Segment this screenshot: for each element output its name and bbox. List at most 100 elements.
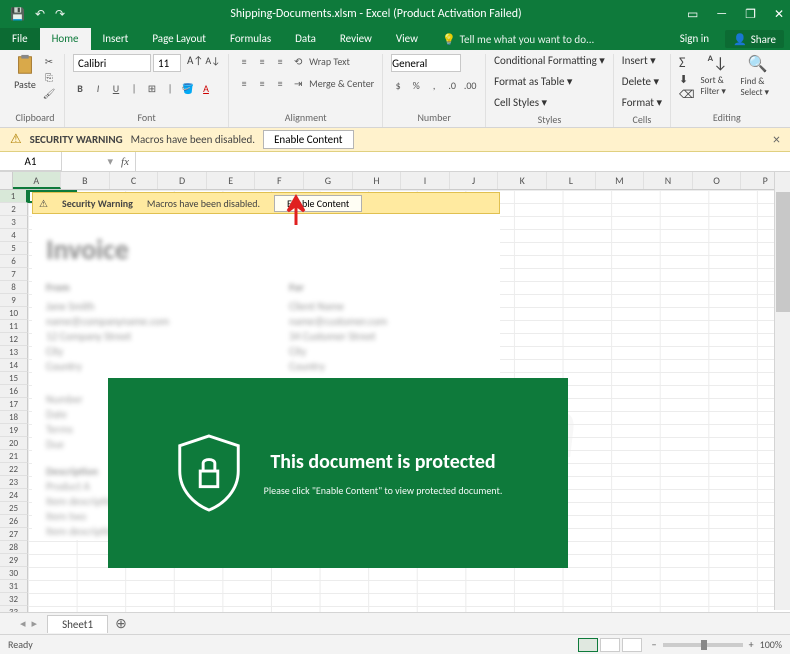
row-header[interactable]: 23 <box>0 476 28 489</box>
insert-cells-button[interactable]: Insert ▾ <box>622 54 656 67</box>
column-header[interactable]: M <box>596 172 645 189</box>
autosum-icon[interactable]: Σ <box>679 54 695 71</box>
align-bottom-icon[interactable]: ≡ <box>273 54 287 68</box>
cell-styles-button[interactable]: Cell Styles ▾ <box>494 96 547 109</box>
row-header[interactable]: 17 <box>0 398 28 411</box>
border-button[interactable]: ⊞ <box>145 81 159 95</box>
row-header[interactable]: 5 <box>0 242 28 255</box>
vertical-scrollbar[interactable] <box>774 172 790 610</box>
normal-view-button[interactable] <box>578 638 598 652</box>
new-sheet-button[interactable]: ⊕ <box>112 615 130 633</box>
delete-cells-button[interactable]: Delete ▾ <box>622 75 659 88</box>
page-layout-view-button[interactable] <box>600 638 620 652</box>
align-top-icon[interactable]: ≡ <box>237 54 251 68</box>
fx-icon[interactable]: fx <box>121 156 129 168</box>
column-header[interactable]: L <box>547 172 596 189</box>
tab-home[interactable]: Home <box>40 28 91 50</box>
column-header[interactable]: G <box>304 172 353 189</box>
undo-icon[interactable]: ↶ <box>35 7 45 22</box>
zoom-level[interactable]: 100% <box>760 638 782 651</box>
formula-input[interactable] <box>136 152 790 171</box>
format-painter-icon[interactable]: 🖌 <box>42 86 56 100</box>
row-header[interactable]: 4 <box>0 229 28 242</box>
conditional-formatting-button[interactable]: Conditional Formatting ▾ <box>494 54 605 67</box>
column-header[interactable]: O <box>693 172 742 189</box>
column-header[interactable]: N <box>644 172 693 189</box>
increase-decimal-icon[interactable]: .0 <box>445 78 459 92</box>
row-header[interactable]: 12 <box>0 333 28 346</box>
paste-button[interactable]: Paste <box>14 54 36 91</box>
name-box[interactable] <box>0 152 62 171</box>
tab-view[interactable]: View <box>384 28 430 50</box>
wrap-text-button[interactable]: Wrap Text <box>309 54 350 68</box>
decrease-font-icon[interactable]: A↓ <box>205 54 220 72</box>
row-header[interactable]: 16 <box>0 385 28 398</box>
row-header[interactable]: 10 <box>0 307 28 320</box>
select-all-corner[interactable] <box>0 172 13 189</box>
fill-icon[interactable]: ⬇ <box>679 73 695 86</box>
dismiss-warning-icon[interactable]: × <box>773 131 780 148</box>
tell-me[interactable]: 💡 Tell me what you want to do... <box>430 28 606 50</box>
comma-icon[interactable]: , <box>427 78 441 92</box>
font-size-input[interactable] <box>153 54 181 72</box>
row-header[interactable]: 7 <box>0 268 28 281</box>
row-header[interactable]: 32 <box>0 593 28 606</box>
sheet-tab-sheet1[interactable]: Sheet1 <box>47 615 108 633</box>
orientation-icon[interactable]: ⟲ <box>291 54 305 68</box>
row-header[interactable]: 6 <box>0 255 28 268</box>
worksheet-grid[interactable]: pcrisk.com ABCDEFGHIJKLMNOP 123456789101… <box>0 172 790 612</box>
zoom-out-button[interactable]: − <box>652 638 657 651</box>
redo-icon[interactable]: ↷ <box>55 7 65 22</box>
dropdown-icon[interactable]: ▾ <box>108 155 114 168</box>
column-header[interactable]: A <box>13 172 62 189</box>
row-header[interactable]: 29 <box>0 554 28 567</box>
row-header[interactable]: 30 <box>0 567 28 580</box>
row-header[interactable]: 24 <box>0 489 28 502</box>
sheet-nav-prev-icon[interactable]: ◂ <box>20 617 26 630</box>
share-button[interactable]: 👤 Share <box>725 30 784 48</box>
column-header[interactable]: J <box>450 172 499 189</box>
align-right-icon[interactable]: ≡ <box>273 76 287 90</box>
align-center-icon[interactable]: ≡ <box>255 76 269 90</box>
row-header[interactable]: 14 <box>0 359 28 372</box>
cut-icon[interactable]: ✂ <box>42 54 56 68</box>
tab-data[interactable]: Data <box>283 28 328 50</box>
column-header[interactable]: K <box>498 172 547 189</box>
sort-filter-button[interactable]: ᴬ↓ Sort & Filter ▾ <box>701 54 735 97</box>
copy-icon[interactable]: ⎘ <box>42 70 56 84</box>
row-header[interactable]: 19 <box>0 424 28 437</box>
ribbon-display-icon[interactable]: ▭ <box>687 7 698 22</box>
column-header[interactable]: I <box>401 172 450 189</box>
sign-in-link[interactable]: Sign in <box>670 28 719 50</box>
sheet-nav-next-icon[interactable]: ▸ <box>32 617 38 630</box>
currency-icon[interactable]: $ <box>391 78 405 92</box>
bold-button[interactable]: B <box>73 81 87 95</box>
column-header[interactable]: E <box>207 172 256 189</box>
tab-insert[interactable]: Insert <box>91 28 141 50</box>
column-header[interactable]: C <box>110 172 159 189</box>
minimize-icon[interactable]: — <box>716 7 727 21</box>
row-header[interactable]: 21 <box>0 450 28 463</box>
indent-icon[interactable]: ⇥ <box>291 76 305 90</box>
row-header[interactable]: 28 <box>0 541 28 554</box>
column-header[interactable]: B <box>61 172 110 189</box>
row-header[interactable]: 18 <box>0 411 28 424</box>
row-header[interactable]: 9 <box>0 294 28 307</box>
close-icon[interactable]: ✕ <box>774 7 784 22</box>
number-format-select[interactable] <box>391 54 461 72</box>
row-header[interactable]: 20 <box>0 437 28 450</box>
column-header[interactable]: F <box>255 172 304 189</box>
italic-button[interactable]: I <box>91 81 105 95</box>
fill-color-button[interactable]: 🪣 <box>181 81 195 95</box>
row-header[interactable]: 1 <box>0 190 28 203</box>
restore-icon[interactable]: ❐ <box>745 7 756 22</box>
row-header[interactable]: 25 <box>0 502 28 515</box>
scrollbar-thumb[interactable] <box>776 192 790 312</box>
format-cells-button[interactable]: Format ▾ <box>622 96 662 109</box>
row-header[interactable]: 8 <box>0 281 28 294</box>
find-select-button[interactable]: 🔍 Find & Select ▾ <box>741 54 775 98</box>
percent-icon[interactable]: % <box>409 78 423 92</box>
tab-formulas[interactable]: Formulas <box>218 28 283 50</box>
font-name-input[interactable] <box>73 54 151 72</box>
column-header[interactable]: H <box>353 172 402 189</box>
